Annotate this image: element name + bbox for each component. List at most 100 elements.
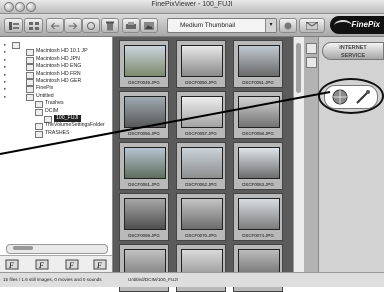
status-path: Untitled/DCIM/100_FUJI — [128, 277, 178, 282]
horizontal-scrollbar[interactable] — [6, 244, 108, 254]
tree-item[interactable]: 100_FUJI — [0, 115, 110, 123]
scrollbar-thumb[interactable] — [13, 246, 33, 250]
grid-view-button[interactable] — [24, 18, 43, 33]
service-label-1: INTERNET — [339, 45, 367, 51]
service-label-2: SERVICE — [340, 53, 366, 59]
disclosure-triangle-icon[interactable]: ▸ — [4, 85, 6, 92]
disclosure-triangle-icon[interactable]: ▸ — [4, 78, 6, 85]
tree-toggle-button[interactable] — [4, 18, 23, 33]
thumbnail-image — [238, 45, 280, 77]
swoosh-icon — [334, 20, 352, 32]
vertical-scrollbar[interactable] — [293, 37, 304, 272]
tree-item-label: Untitled — [36, 92, 54, 99]
help-button[interactable] — [279, 18, 297, 33]
disclosure-triangle-icon[interactable]: ▸ — [4, 56, 6, 63]
thumbnail-caption: DSCF0069.JPG — [128, 233, 160, 238]
thumbnail-item[interactable]: DSCF0070.JPG — [176, 193, 226, 241]
tree-item[interactable]: ▸ Untitled — [0, 92, 110, 101]
thumbnail-item[interactable]: DSCF0050.JPG — [176, 40, 226, 88]
tree-item-label: Macintosh HD 10.1 JP — [36, 48, 88, 55]
image-icon — [144, 21, 154, 30]
tree-item[interactable]: TRASHES — [0, 129, 110, 138]
thumbnail-item[interactable]: DSCF0049.JPG — [119, 40, 169, 88]
refresh-icon — [87, 21, 95, 30]
window-title: FinePixViewer - 100_FUJI — [151, 1, 233, 8]
mail-button[interactable] — [299, 18, 325, 33]
thumbnail-item[interactable]: DSCF0056.JPG — [119, 91, 169, 139]
camera-f-icon[interactable]: F — [4, 258, 20, 271]
thumbnail-item[interactable]: DSCF0057.JPG — [176, 91, 226, 139]
tree-item-label: 100_FUJI — [54, 115, 81, 122]
folder-f-icon[interactable]: F — [64, 258, 80, 271]
thumbnail-caption: DSCF0063.JPG — [242, 182, 274, 187]
thumbnail-item[interactable]: DSCF0069.JPG — [119, 193, 169, 241]
thumbnail-item[interactable]: DSCF0063.JPG — [233, 142, 283, 190]
thumbnail-caption: DSCF0056.JPG — [128, 131, 160, 136]
tree-item[interactable]: ▸ Macintosh HD JPN — [0, 56, 110, 64]
thumbnail-caption: DSCF0074.JPG — [242, 233, 274, 238]
thumbnail-grid: DSCF0049.JPG DSCF0050.JPG DSCF0051.JPG DSCF… — [113, 37, 293, 292]
thumbnail-image — [238, 96, 280, 128]
svg-text:F: F — [38, 261, 44, 270]
tree-item[interactable]: ▸ — [0, 41, 110, 49]
thumbnail-image — [238, 147, 280, 179]
tree-item[interactable]: Trashes — [0, 100, 110, 109]
tree-item-label: TRASHES — [45, 129, 70, 136]
title-bar[interactable]: FinePixViewer - 100_FUJI — [0, 0, 384, 14]
app-window: FinePixViewer - 100_FUJI Medium Thumbnai… — [0, 0, 384, 292]
folder-tree-icon — [8, 21, 19, 30]
disclosure-triangle-icon[interactable]: ▸ — [4, 48, 6, 55]
forward-button[interactable] — [64, 18, 82, 33]
tree-item-label: Macintosh HD GER — [36, 78, 82, 84]
thumbnail-item[interactable]: DSCF0058.JPG — [233, 91, 283, 139]
service-tab-button[interactable] — [306, 43, 317, 54]
thumbnail-item[interactable]: DSCF0051.JPG — [233, 40, 283, 88]
thumbnail-item[interactable]: DSCF0061.JPG — [119, 142, 169, 190]
service-side-strip — [304, 37, 319, 272]
refresh-button[interactable] — [82, 18, 100, 33]
thumbnail-size-value: Medium Thumbnail — [180, 22, 236, 29]
thumbnail-image — [181, 96, 223, 128]
tree-item-label: FinePix — [36, 85, 54, 92]
thumbnail-size-select[interactable]: Medium Thumbnail ▾ — [167, 18, 277, 33]
thumbnail-image — [124, 198, 166, 230]
tree-item[interactable]: ▸ FinePix — [0, 85, 110, 94]
disclosure-triangle-icon[interactable]: ▸ — [4, 63, 6, 70]
service-tab-button[interactable] — [306, 57, 317, 68]
printer-icon — [126, 21, 136, 29]
thumbnail-item[interactable]: DSCF0074.JPG — [233, 193, 283, 241]
thumbnail-image — [124, 96, 166, 128]
status-bar: 15 files / 1.6 still images, 0 movies an… — [0, 272, 384, 287]
thumbnail-item[interactable]: DSCF0062.JPG — [176, 142, 226, 190]
slideshow-button[interactable] — [140, 18, 158, 33]
tree-item[interactable]: ▸ Macintosh HD 10.1 JP — [0, 48, 110, 57]
tree-item-label: Trashes — [45, 100, 64, 107]
delete-button[interactable] — [101, 18, 119, 33]
tree-item[interactable]: DCIM — [0, 107, 110, 116]
disclosure-triangle-icon[interactable]: ▸ — [4, 41, 6, 48]
thumbnail-caption: DSCF0057.JPG — [185, 131, 217, 136]
highlight-ellipse — [318, 78, 384, 114]
thumbnail-image — [181, 45, 223, 77]
tree-item[interactable]: ▸ Macintosh HD ENG — [0, 63, 110, 72]
tree-item-label: Macintosh HD ENG — [36, 63, 82, 70]
scrollbar-thumb[interactable] — [296, 43, 301, 93]
tree-item[interactable]: TheVolumeSettingsFolder — [0, 122, 110, 131]
back-button[interactable] — [46, 18, 64, 33]
tree-item-label: TheVolumeSettingsFolder — [45, 122, 105, 129]
card-f-icon[interactable]: F — [34, 258, 50, 271]
disk-f-icon[interactable]: F — [92, 258, 108, 271]
internet-service-button[interactable]: INTERNET SERVICE — [322, 42, 384, 60]
disclosure-triangle-icon[interactable]: ▸ — [4, 71, 6, 78]
svg-text:F: F — [8, 261, 14, 270]
tree-item-label: DCIM — [45, 107, 59, 114]
thumbnail-caption: DSCF0049.JPG — [128, 80, 160, 85]
finepix-logo: FinePix — [330, 16, 384, 34]
tree-item[interactable]: ▸ Macintosh HD GER — [0, 78, 110, 86]
thumbnail-image — [181, 147, 223, 179]
folder-icon — [35, 130, 43, 138]
tree-item[interactable]: ▸ Macintosh HD FRN — [0, 71, 110, 79]
svg-text:F: F — [68, 261, 74, 270]
disclosure-triangle-icon[interactable]: ▸ — [4, 93, 6, 100]
print-button[interactable] — [122, 18, 140, 33]
